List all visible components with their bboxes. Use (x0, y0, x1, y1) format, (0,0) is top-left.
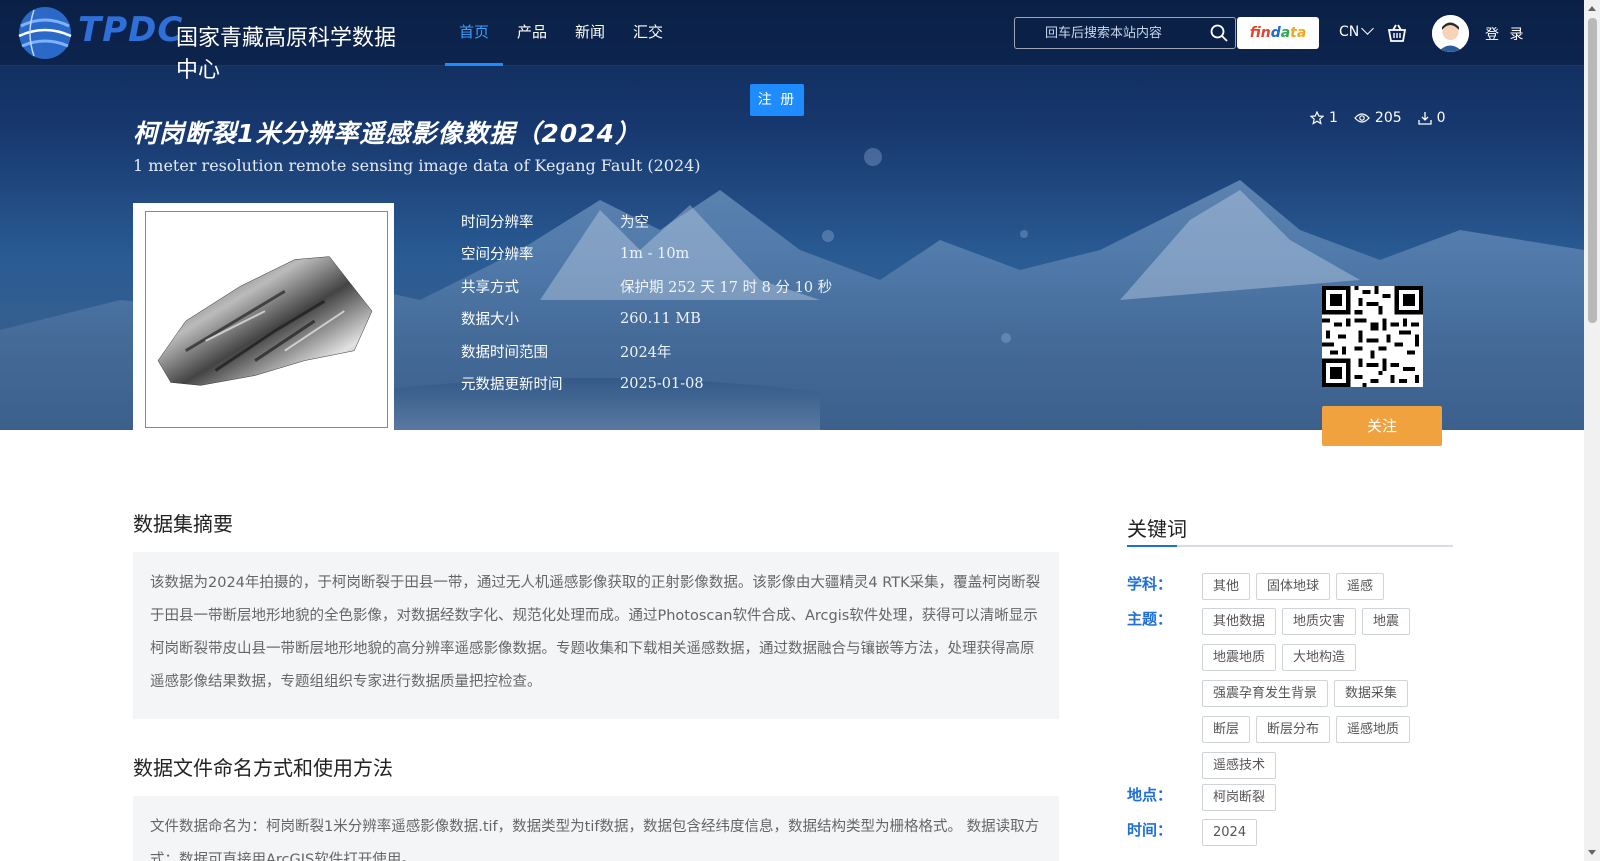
shopping-basket-icon[interactable] (1386, 22, 1408, 44)
keyword-tag[interactable]: 强震孕育发生背景 (1202, 680, 1329, 707)
keyword-tag[interactable]: 其他 (1202, 573, 1251, 600)
findata-part: ta (1290, 25, 1307, 41)
nav-news[interactable]: 新闻 (561, 0, 619, 66)
meta-row-spatial-resolution: 空间分辨率 1m - 10m (461, 238, 832, 271)
meta-row-data-size: 数据大小 260.11 MB (461, 303, 832, 336)
dataset-title: 柯岗断裂1米分辨率遥感影像数据（2024） (133, 119, 641, 148)
search-input[interactable] (1015, 18, 1205, 48)
meta-row-time-range: 数据时间范围 2024年 (461, 335, 832, 368)
meta-value: 2024年 (620, 344, 672, 361)
naming-heading: 数据文件命名方式和使用方法 (133, 756, 393, 780)
meta-label: 元数据更新时间 (461, 377, 563, 394)
keyword-tag[interactable]: 固体地球 (1256, 573, 1331, 600)
keyword-tag[interactable]: 大地构造 (1282, 644, 1357, 671)
thumbnail-frame (145, 211, 388, 428)
qr-code-icon (1322, 286, 1423, 387)
nav-home[interactable]: 首页 (445, 0, 504, 66)
meta-value: 为空 (620, 214, 649, 231)
star-count[interactable]: 1 (1310, 110, 1338, 126)
eye-icon (1354, 113, 1370, 123)
view-count-value: 205 (1374, 110, 1402, 126)
keyword-label: 时间： (1127, 821, 1173, 839)
page-scrollbar[interactable] (1584, 0, 1600, 861)
keyword-tag[interactable]: 地震地质 (1202, 644, 1277, 671)
keywords-heading: 关键词 (1127, 517, 1187, 541)
meta-value: 保护期 252 天 17 时 8 分 10 秒 (620, 279, 833, 296)
main-nav: 首页 产品 新闻 汇交 (445, 0, 677, 66)
keyword-tag[interactable]: 遥感地质 (1336, 716, 1411, 743)
findata-button[interactable]: findata (1237, 17, 1319, 49)
naming-text: 文件数据命名为：柯岗断裂1米分辨率遥感影像数据.tif，数据类型为tif数据，数… (133, 796, 1059, 861)
meta-row-updated: 元数据更新时间 2025-01-08 (461, 368, 832, 401)
nav-submit[interactable]: 汇交 (619, 0, 677, 66)
metadata-list: 时间分辨率 为空 空间分辨率 1m - 10m 共享方式 保护期 252 天 1… (461, 205, 832, 400)
meta-value: 260.11 MB (620, 310, 701, 327)
keyword-tag[interactable]: 2024 (1202, 819, 1258, 846)
keyword-label: 地点： (1127, 786, 1173, 804)
findata-part: d (1270, 25, 1281, 41)
download-count: 0 (1418, 110, 1446, 126)
keyword-tags: 2024 (1202, 819, 1462, 855)
tpdc-logo[interactable]: TPDC 国家青藏高原科学数据中心 (16, 4, 396, 83)
remote-sensing-preview-image (157, 256, 373, 386)
view-count: 205 (1354, 110, 1402, 126)
dataset-thumbnail[interactable] (133, 203, 394, 430)
keywords-divider-accent (1127, 545, 1177, 547)
keyword-tag[interactable]: 地质灾害 (1282, 608, 1357, 635)
meta-label: 空间分辨率 (461, 247, 534, 264)
meta-row-sharing: 共享方式 保护期 252 天 17 时 8 分 10 秒 (461, 270, 832, 303)
login-link[interactable]: 登 录 (1485, 24, 1526, 44)
search-icon[interactable] (1209, 23, 1229, 43)
meta-label: 时间分辨率 (461, 214, 534, 231)
findata-part: a (1280, 25, 1291, 41)
download-icon (1418, 112, 1432, 125)
meta-value: 1m - 10m (620, 245, 690, 262)
keyword-tags: 其他 固体地球 遥感 (1202, 573, 1462, 609)
nav-products[interactable]: 产品 (503, 0, 561, 66)
meta-row-time-resolution: 时间分辨率 为空 (461, 205, 832, 238)
keyword-tag[interactable]: 数据采集 (1334, 680, 1409, 707)
keyword-tag[interactable]: 断层分布 (1256, 716, 1331, 743)
keyword-label: 主题： (1127, 610, 1173, 628)
globe-logo-icon (18, 7, 72, 59)
dataset-title-english: 1 meter resolution remote sensing image … (133, 156, 701, 175)
language-label: CN (1339, 24, 1360, 40)
qr-code (1322, 286, 1423, 387)
follow-button[interactable]: 关注 (1322, 406, 1442, 446)
keyword-tag[interactable]: 断层 (1202, 716, 1251, 743)
download-count-value: 0 (1436, 110, 1446, 126)
scroll-down-arrow-icon[interactable] (1588, 850, 1596, 855)
star-icon (1310, 111, 1324, 125)
keyword-label: 学科： (1127, 575, 1173, 593)
keyword-tags: 其他数据 地质灾害 地震 地震地质 大地构造 强震孕育发生背景 数据采集 断层 … (1202, 608, 1462, 788)
scroll-up-arrow-icon[interactable] (1588, 6, 1596, 11)
language-switch[interactable]: CN (1339, 22, 1375, 40)
findata-part: fin (1249, 25, 1271, 41)
abstract-text: 该数据为2024年拍摄的，于柯岗断裂于田县一带，通过无人机遥感影像获取的正射影像… (133, 552, 1059, 719)
keyword-tag[interactable]: 地震 (1362, 608, 1411, 635)
scrollbar-thumb[interactable] (1588, 18, 1597, 323)
search-box (1014, 17, 1236, 49)
chevron-down-icon (1361, 22, 1375, 35)
keyword-tag[interactable]: 其他数据 (1202, 608, 1277, 635)
meta-label: 数据大小 (461, 312, 519, 329)
keyword-tag[interactable]: 遥感技术 (1202, 752, 1277, 779)
register-button[interactable]: 注 册 (750, 84, 804, 116)
dataset-stats: 1 205 0 (1310, 110, 1462, 126)
keyword-tag[interactable]: 柯岗断裂 (1202, 784, 1277, 811)
keyword-tag[interactable]: 遥感 (1336, 573, 1385, 600)
user-avatar-icon (1432, 15, 1469, 52)
logo-name: 国家青藏高原科学数据中心 (176, 26, 397, 83)
meta-label: 数据时间范围 (461, 344, 548, 361)
star-count-value: 1 (1329, 110, 1338, 126)
logo-mark: TPDC (78, 10, 184, 50)
top-navbar: TPDC 国家青藏高原科学数据中心 首页 产品 新闻 汇交 findata CN (0, 0, 1584, 83)
meta-label: 共享方式 (461, 279, 519, 296)
abstract-heading: 数据集摘要 (133, 512, 233, 536)
meta-value: 2025-01-08 (620, 375, 704, 392)
keyword-tags: 柯岗断裂 (1202, 784, 1462, 820)
avatar[interactable] (1432, 15, 1469, 52)
